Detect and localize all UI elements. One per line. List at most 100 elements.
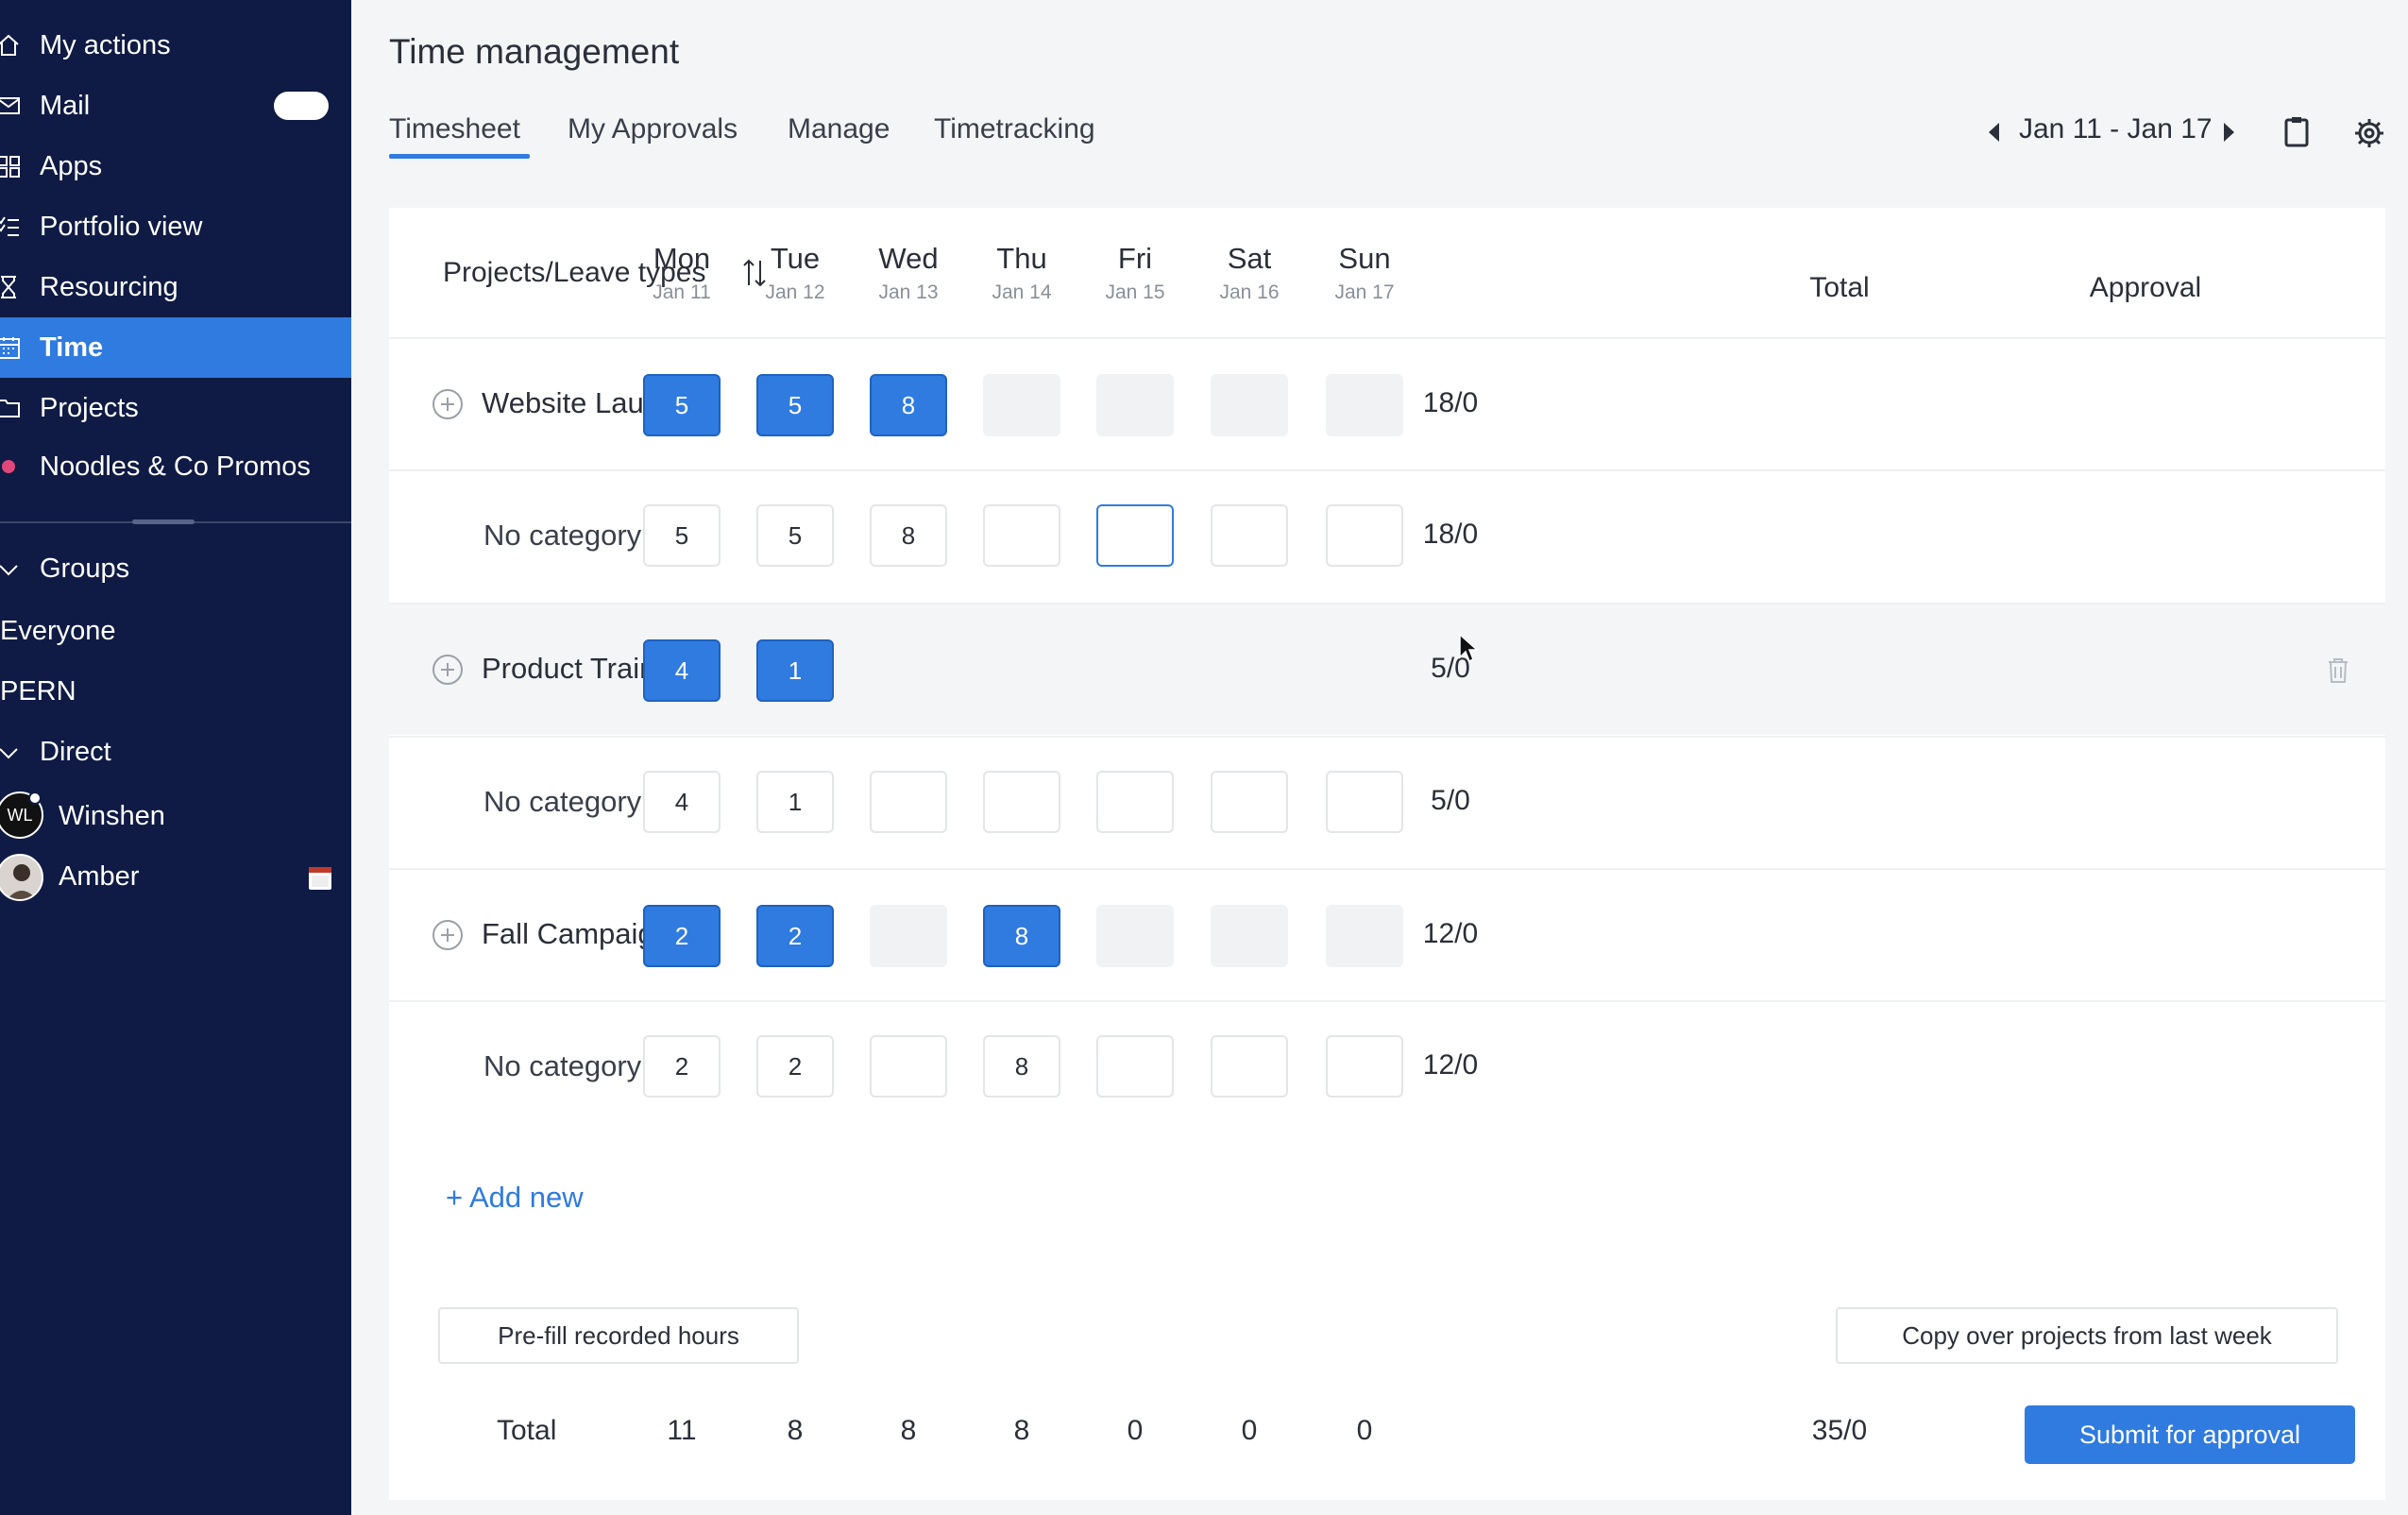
project-hours-cell[interactable]: 2 <box>643 905 721 967</box>
category-row: No category 2 2 8 12/0 <box>389 1000 2385 1132</box>
day-date: Jan 11 <box>653 281 711 303</box>
tab-timetracking[interactable]: Timetracking <box>934 113 1095 145</box>
submit-for-approval-button[interactable]: Submit for approval <box>2025 1405 2355 1464</box>
timesheet-card: Projects/Leave types Mon Jan 11 Tue Jan 12 W… <box>389 208 2385 1500</box>
trash-icon[interactable] <box>2327 657 2349 684</box>
project-hours-cell[interactable]: 4 <box>643 639 721 702</box>
prefill-hours-button[interactable]: Pre-fill recorded hours <box>438 1307 799 1364</box>
day-name: Fri <box>1117 242 1153 275</box>
day-name: Tue <box>770 242 821 275</box>
sidebar-item-apps[interactable]: Apps <box>0 136 351 196</box>
sidebar-item-resourcing[interactable]: Resourcing <box>0 257 351 317</box>
hours-input[interactable] <box>1096 771 1174 833</box>
group-item-pern[interactable]: PERN <box>0 676 76 707</box>
sidebar-item-my-actions[interactable]: My actions <box>0 15 351 76</box>
avatar[interactable] <box>0 854 43 901</box>
sidebar-item-label: Noodles & Co Promos <box>40 451 311 482</box>
project-hours-cell[interactable] <box>870 905 947 967</box>
project-hours-cell[interactable] <box>1326 905 1403 967</box>
category-row: No category 4 1 5/0 <box>389 736 2385 868</box>
sidebar-item-portfolio-view[interactable]: Portfolio view <box>0 196 351 257</box>
chevron-down-icon[interactable] <box>0 740 21 765</box>
hours-input[interactable] <box>1211 1035 1288 1098</box>
hours-input[interactable]: 5 <box>643 504 721 567</box>
prev-week-icon[interactable] <box>1989 123 1999 142</box>
hours-input[interactable] <box>1211 771 1288 833</box>
week-range: Jan 11 - Jan 17 <box>2019 113 2213 145</box>
day-total: 8 <box>787 1415 804 1446</box>
chevron-down-icon[interactable] <box>0 557 21 582</box>
hours-input[interactable] <box>870 1035 947 1098</box>
copy-projects-button[interactable]: Copy over projects from last week <box>1836 1307 2338 1364</box>
day-date: Jan 15 <box>1105 281 1165 303</box>
tab-manage[interactable]: Manage <box>788 113 890 145</box>
sidebar-item-time[interactable]: Time <box>0 317 351 378</box>
project-hours-cell[interactable] <box>983 374 1060 436</box>
project-hours-cell[interactable] <box>1096 905 1174 967</box>
expand-plus-icon[interactable] <box>432 920 463 950</box>
project-hours-cell[interactable] <box>1211 905 1288 967</box>
hours-input[interactable]: 2 <box>643 1035 721 1098</box>
project-row[interactable]: Website Launch 5 5 8 18/0 <box>389 337 2385 469</box>
hours-input[interactable]: 1 <box>756 771 834 833</box>
hours-input[interactable] <box>1211 504 1288 567</box>
project-hours-cell[interactable]: 8 <box>983 905 1060 967</box>
tab-timesheet[interactable]: Timesheet <box>389 113 520 145</box>
project-hours-cell[interactable] <box>1326 374 1403 436</box>
hours-input[interactable]: 2 <box>756 1035 834 1098</box>
project-hours-cell[interactable] <box>1096 374 1174 436</box>
hours-input[interactable] <box>1326 771 1403 833</box>
next-week-icon[interactable] <box>2224 123 2234 142</box>
project-total: 18/0 <box>1422 387 1479 418</box>
groups-heading[interactable]: Groups <box>40 553 129 585</box>
hours-input[interactable] <box>1326 504 1403 567</box>
grand-total: 35/0 <box>1811 1415 1868 1446</box>
category-name: No category <box>483 785 642 818</box>
project-hours-cell[interactable] <box>1211 374 1288 436</box>
day-header: Fri Jan 15 <box>1078 242 1192 304</box>
hours-input[interactable]: 8 <box>983 1035 1060 1098</box>
hours-input[interactable] <box>870 771 947 833</box>
project-name: Fall Campaign <box>482 917 670 950</box>
day-date: Jan 17 <box>1334 281 1395 303</box>
project-hours-cell[interactable]: 1 <box>756 639 834 702</box>
mail-toggle[interactable] <box>274 92 329 120</box>
add-new-button[interactable]: + Add new <box>446 1181 584 1215</box>
day-name: Sun <box>1338 242 1391 275</box>
resize-handle[interactable] <box>132 519 195 524</box>
project-hours-cell[interactable]: 2 <box>756 905 834 967</box>
tab-my-approvals[interactable]: My Approvals <box>568 113 738 145</box>
project-hours-cell[interactable]: 8 <box>870 374 947 436</box>
category-name: No category <box>483 1049 642 1082</box>
hours-input[interactable] <box>1096 1035 1174 1098</box>
gear-icon[interactable] <box>2353 117 2385 149</box>
column-header-total: Total <box>1809 272 1870 303</box>
expand-plus-icon[interactable] <box>432 655 463 685</box>
direct-heading[interactable]: Direct <box>40 737 111 768</box>
direct-item-amber[interactable]: Amber <box>59 861 139 893</box>
day-name: Mon <box>653 242 711 275</box>
project-hours-cell[interactable]: 5 <box>756 374 834 436</box>
project-row[interactable]: Fall Campaign 2 2 8 12/0 <box>389 868 2385 1000</box>
hours-input[interactable]: 8 <box>870 504 947 567</box>
sidebar-item-label: Mail <box>40 90 91 121</box>
sidebar-item-label: Time <box>40 332 104 363</box>
hours-input[interactable] <box>1326 1035 1403 1098</box>
day-total: 8 <box>900 1415 917 1446</box>
expand-plus-icon[interactable] <box>432 389 463 419</box>
group-item-everyone[interactable]: Everyone <box>0 616 116 647</box>
hours-input[interactable] <box>983 771 1060 833</box>
clipboard-icon[interactable] <box>2283 115 2310 147</box>
project-row[interactable]: Product Trainings 4 1 5/0 <box>389 603 2385 735</box>
hours-input[interactable] <box>1096 504 1174 567</box>
sidebar-item-noodles-co-promos[interactable]: Noodles & Co Promos <box>0 436 351 497</box>
sidebar-item-projects[interactable]: Projects <box>0 378 351 438</box>
project-hours-cell[interactable]: 5 <box>643 374 721 436</box>
mail-icon <box>0 92 23 120</box>
hours-input[interactable] <box>983 504 1060 567</box>
direct-item-winshen[interactable]: Winshen <box>59 801 165 832</box>
hourglass-icon <box>0 273 23 301</box>
day-name: Wed <box>878 242 939 275</box>
hours-input[interactable]: 4 <box>643 771 721 833</box>
hours-input[interactable]: 5 <box>756 504 834 567</box>
